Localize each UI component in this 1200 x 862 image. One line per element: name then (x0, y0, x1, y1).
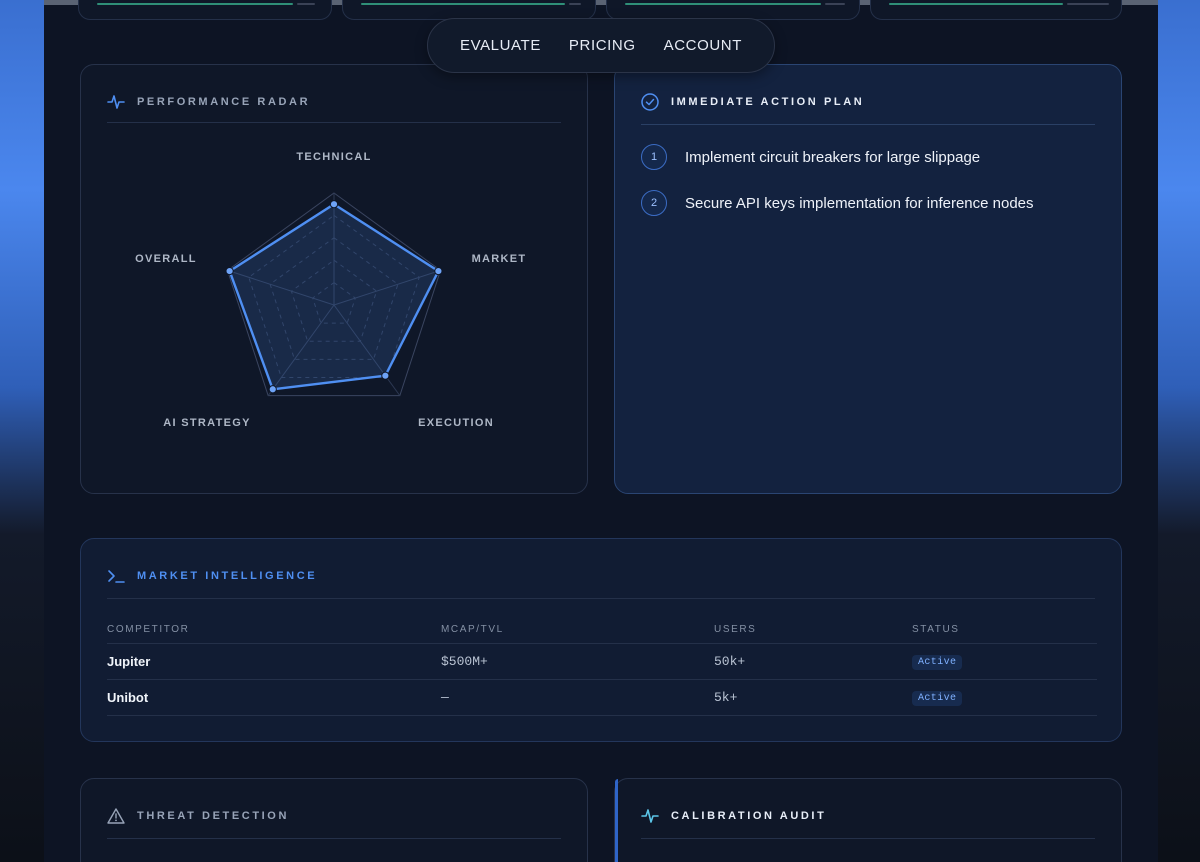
radar-point (381, 371, 390, 380)
radar-axis-label: OVERALL (135, 253, 197, 265)
nav-evaluate[interactable]: EVALUATE (460, 37, 541, 54)
radar-axis-label: TECHNICAL (296, 151, 372, 163)
action-item: 1 Implement circuit breakers for large s… (641, 144, 980, 170)
activity-icon (641, 807, 659, 825)
top-metric-cards (44, 0, 1158, 20)
metric-card (342, 0, 596, 20)
threat-title: THREAT DETECTION (137, 810, 290, 822)
metric-bar (97, 3, 293, 5)
check-circle-icon (641, 93, 659, 111)
status-badge: Active (912, 655, 963, 670)
radar-axis-label: MARKET (471, 253, 527, 265)
metric-bar (361, 3, 565, 5)
nav-account[interactable]: ACCOUNT (664, 37, 742, 54)
threat-detection-card: THREAT DETECTION (80, 778, 588, 862)
radar-axis-label: AI STRATEGY (163, 417, 251, 429)
calibration-title: CALIBRATION AUDIT (671, 810, 827, 822)
mcap-value: $500M+ (441, 643, 714, 680)
users-value: 50k+ (714, 643, 912, 680)
app-frame: EVALUATE PRICING ACCOUNT PERFORMANCE RAD… (44, 0, 1158, 862)
table-row[interactable]: Unibot — 5k+ Active (107, 679, 1097, 716)
action-plan-title: IMMEDIATE ACTION PLAN (671, 96, 865, 108)
radar-axis-label: EXECUTION (418, 417, 494, 429)
column-header: USERS (714, 613, 912, 644)
competitor-name: Jupiter (107, 643, 441, 680)
nav-pricing[interactable]: PRICING (569, 37, 636, 54)
users-value: 5k+ (714, 679, 912, 716)
radar-series-area (228, 202, 440, 391)
radar-point (268, 385, 277, 394)
action-item: 2 Secure API keys implementation for inf… (641, 190, 1034, 216)
column-header: COMPETITOR (107, 613, 441, 644)
radar-point (225, 266, 234, 276)
competitor-table: COMPETITOR MCAP/TVL USERS STATUS Jupiter… (107, 613, 1097, 716)
radar-point (434, 266, 443, 276)
market-title: MARKET INTELLIGENCE (137, 570, 318, 582)
metric-card (870, 0, 1122, 20)
mcap-value: — (441, 679, 714, 716)
market-intelligence-card: MARKET INTELLIGENCE COMPETITOR MCAP/TVL … (80, 538, 1122, 742)
metric-card (78, 0, 332, 20)
status-badge: Active (912, 691, 963, 706)
radar-chart (225, 192, 443, 397)
performance-radar-card: PERFORMANCE RADAR TECHNICAL MARKET EXECU… (80, 64, 588, 494)
action-item-text: Secure API keys implementation for infer… (685, 194, 1034, 212)
action-plan-card: IMMEDIATE ACTION PLAN 1 Implement circui… (614, 64, 1122, 494)
warning-icon (107, 807, 125, 825)
main-nav: EVALUATE PRICING ACCOUNT (427, 18, 775, 73)
calibration-audit-card: CALIBRATION AUDIT (614, 778, 1122, 862)
action-item-text: Implement circuit breakers for large sli… (685, 148, 981, 166)
column-header: MCAP/TVL (441, 613, 714, 644)
metric-bar (889, 3, 1063, 5)
action-item-number: 1 (641, 144, 667, 170)
action-item-number: 2 (641, 190, 667, 216)
radar-point (329, 200, 339, 209)
column-header: STATUS (912, 613, 1097, 644)
metric-bar (625, 3, 821, 5)
competitor-name: Unibot (107, 679, 441, 716)
metric-card (606, 0, 860, 20)
table-header-row: COMPETITOR MCAP/TVL USERS STATUS (107, 613, 1097, 644)
terminal-icon (107, 567, 125, 585)
table-row[interactable]: Jupiter $500M+ 50k+ Active (107, 643, 1097, 680)
